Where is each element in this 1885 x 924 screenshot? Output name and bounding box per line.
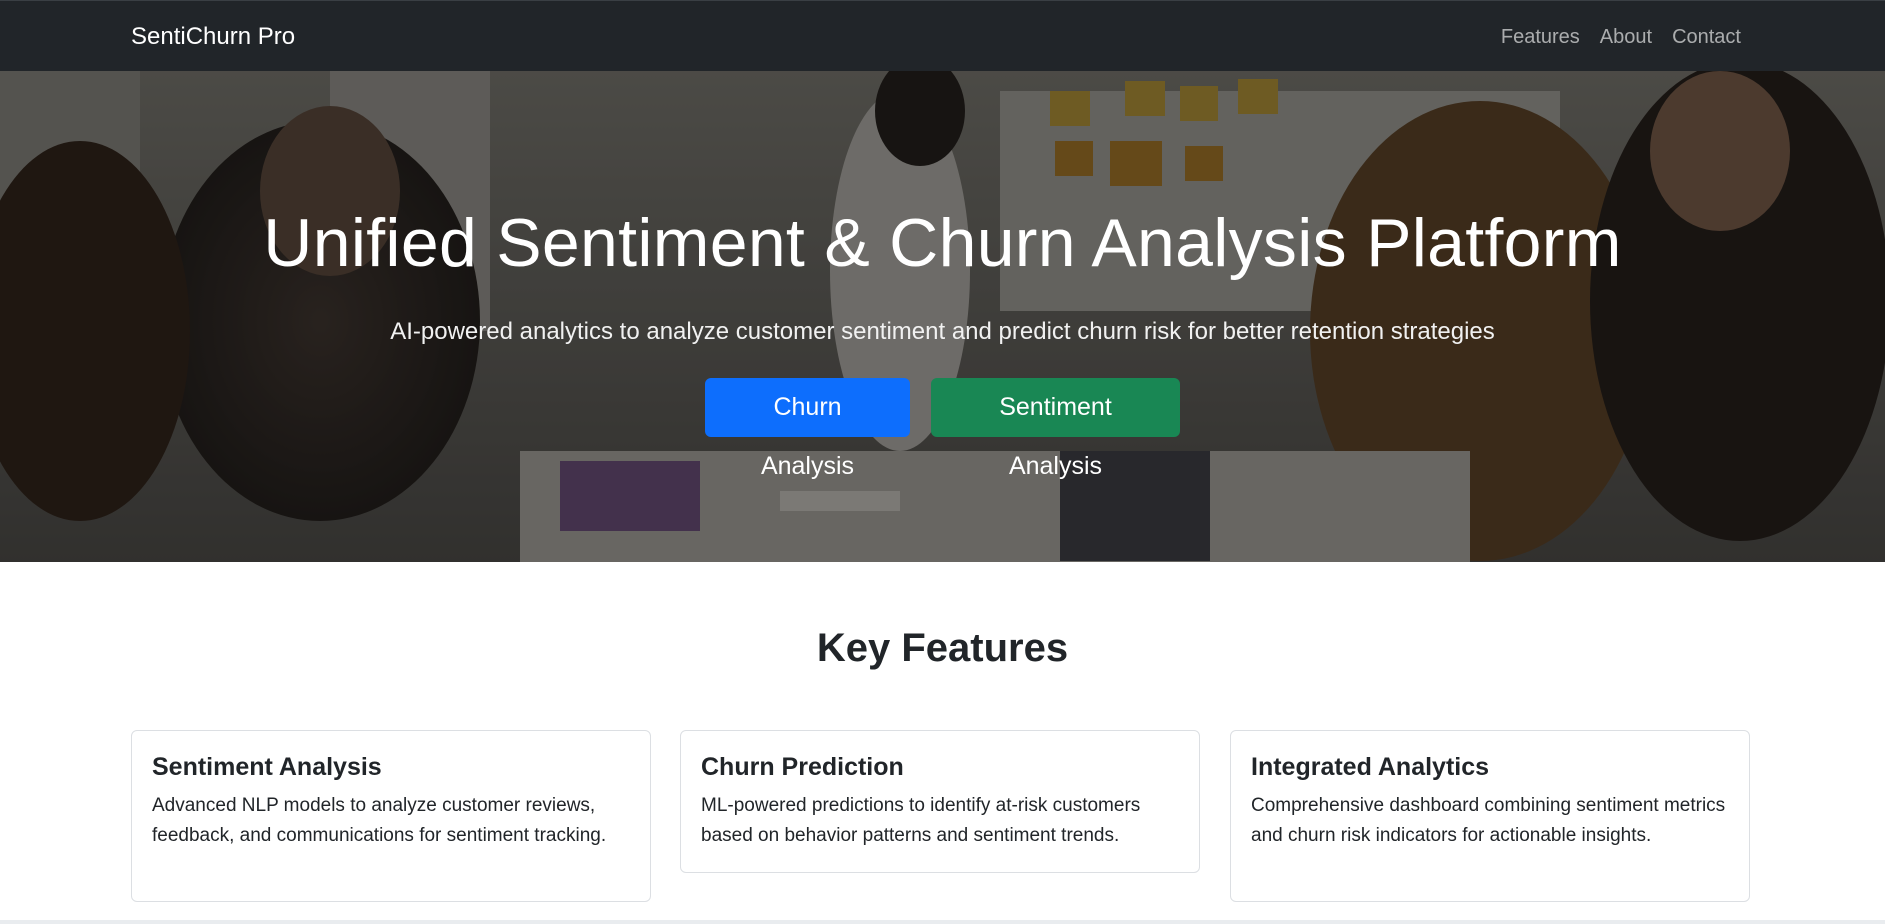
feature-card-title: Integrated Analytics	[1251, 753, 1490, 781]
feature-card-title: Churn Prediction	[701, 753, 904, 781]
hero-subtitle: AI-powered analytics to analyze customer…	[390, 318, 1495, 345]
hero-section: Unified Sentiment & Churn Analysis Platf…	[0, 71, 1885, 562]
sentiment-analysis-button[interactable]: Sentiment Analysis	[931, 378, 1180, 480]
churn-analysis-button[interactable]: Churn Analysis	[705, 378, 910, 480]
nav-link-about[interactable]: About	[1600, 23, 1652, 51]
page-bottom-divider	[0, 920, 1885, 924]
feature-card-churn: Churn Prediction ML-powered predictions …	[680, 730, 1200, 873]
nav-links: Features About Contact	[1501, 23, 1741, 51]
nav-link-contact[interactable]: Contact	[1672, 23, 1741, 51]
navbar: SentiChurn Pro Features About Contact	[0, 0, 1885, 71]
nav-link-features[interactable]: Features	[1501, 23, 1580, 51]
feature-card-analytics: Integrated Analytics Comprehensive dashb…	[1230, 730, 1750, 902]
feature-card-text: Advanced NLP models to analyze customer …	[152, 795, 607, 846]
hero-title: Unified Sentiment & Churn Analysis Platf…	[263, 205, 1622, 281]
feature-card-sentiment: Sentiment Analysis Advanced NLP models t…	[131, 730, 651, 902]
brand-link[interactable]: SentiChurn Pro	[131, 21, 295, 53]
feature-card-title: Sentiment Analysis	[152, 753, 382, 781]
features-heading: Key Features	[816, 626, 1069, 670]
feature-card-text: ML-powered predictions to identify at-ri…	[701, 795, 1141, 846]
feature-card-text: Comprehensive dashboard combining sentim…	[1251, 795, 1726, 846]
hero-buttons: Churn Analysis Sentiment Analysis	[0, 378, 1885, 480]
